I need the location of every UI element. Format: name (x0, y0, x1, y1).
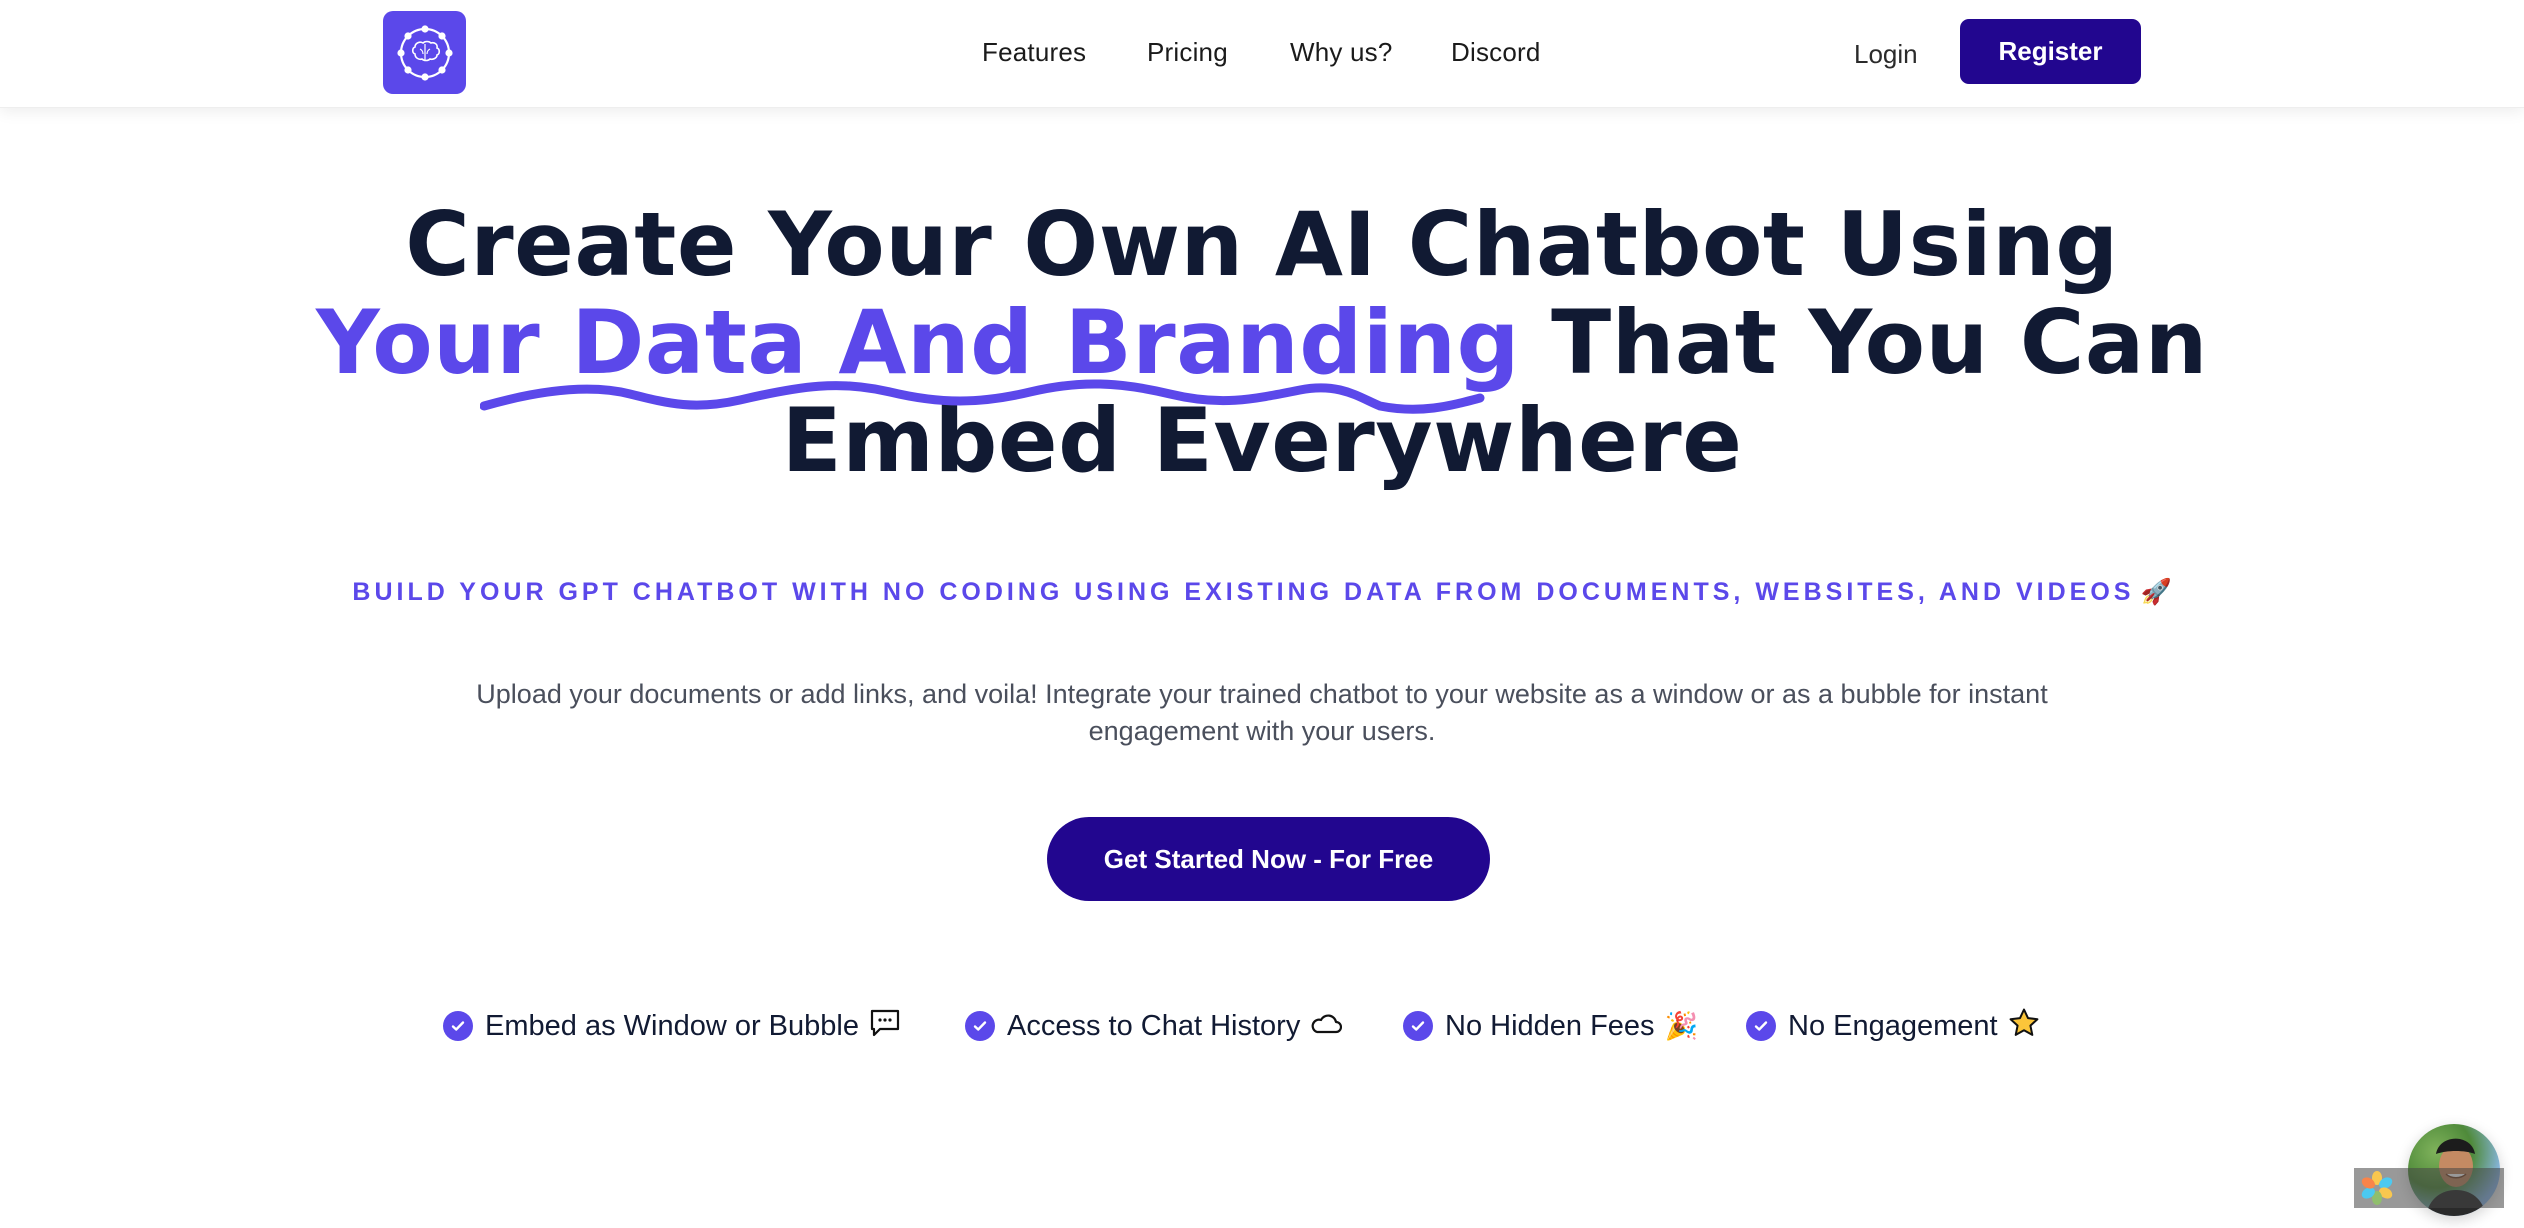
feature-item: Access to Chat History (965, 1004, 1343, 1048)
feature-label: Access to Chat History (1007, 1009, 1301, 1042)
main-nav: Features Pricing Why us? Discord (0, 30, 2524, 74)
hero-title-line-2-rest: That You Can (1520, 291, 2208, 394)
flower-logo-icon (2361, 1171, 2393, 1205)
hero-title: Create Your Own AI Chatbot Using Your Da… (0, 196, 2524, 490)
feature-label: No Hidden Fees (1445, 1009, 1655, 1042)
speech-bubble-icon (869, 1008, 901, 1045)
rocket-icon: 🚀 (2140, 578, 2172, 606)
nav-why-us[interactable]: Why us? (1290, 30, 1393, 74)
feature-label: Embed as Window or Bubble (485, 1009, 859, 1042)
squiggle-underline (480, 379, 1485, 414)
nav-pricing[interactable]: Pricing (1147, 30, 1228, 74)
hero-title-line-1: Create Your Own AI Chatbot Using (405, 193, 2119, 296)
nav-features[interactable]: Features (982, 30, 1086, 74)
login-link[interactable]: Login (1854, 32, 1918, 76)
hero-tagline-text: BUILD YOUR GPT CHATBOT WITH NO CODING US… (352, 578, 2135, 606)
feature-item: No Engagement (1746, 1004, 2040, 1048)
check-icon (965, 1011, 995, 1041)
feature-item: Embed as Window or Bubble (443, 1004, 901, 1048)
watermark (2354, 1168, 2504, 1208)
hero-tagline: BUILD YOUR GPT CHATBOT WITH NO CODING US… (0, 578, 2524, 607)
site-header: Features Pricing Why us? Discord Login R… (0, 0, 2524, 108)
check-icon (1746, 1011, 1776, 1041)
star-icon (2008, 1007, 2040, 1046)
check-icon (1403, 1011, 1433, 1041)
check-icon (443, 1011, 473, 1041)
get-started-button[interactable]: Get Started Now - For Free (1047, 817, 1490, 901)
feature-list: Embed as Window or Bubble Access to Chat… (0, 1004, 2524, 1048)
nav-discord[interactable]: Discord (1451, 30, 1541, 74)
party-popper-icon: 🎉 (1664, 1011, 1699, 1041)
hero-description: Upload your documents or add links, and … (476, 679, 2048, 746)
cloud-icon (1310, 1011, 1343, 1042)
feature-item: No Hidden Fees 🎉 (1403, 1004, 1698, 1048)
feature-label: No Engagement (1788, 1009, 1998, 1042)
register-button[interactable]: Register (1960, 19, 2141, 84)
